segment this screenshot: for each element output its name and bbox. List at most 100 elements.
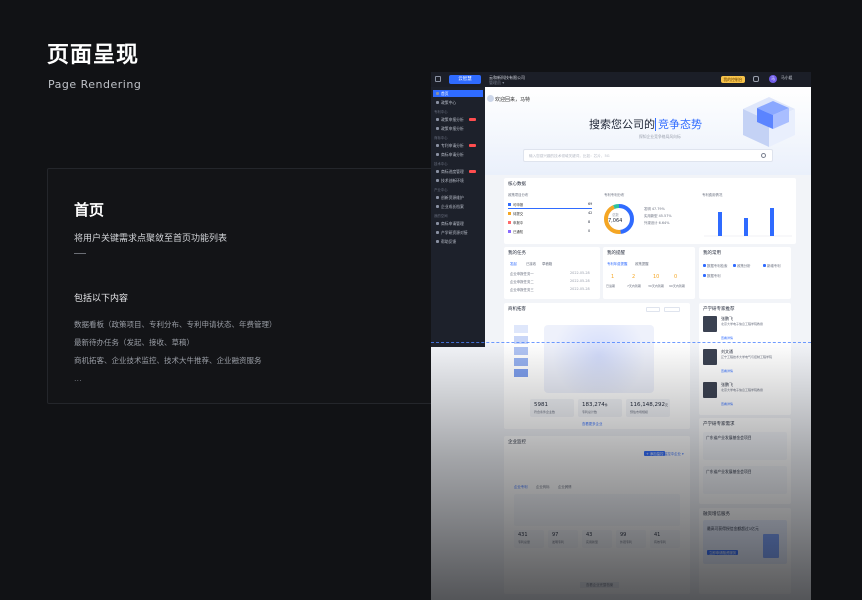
policy-row[interactable]: 申报中 — [508, 220, 523, 225]
sidebar-item[interactable]: 商标申请分析 — [433, 151, 483, 158]
monitor-filter[interactable]: 监控中企业 ▾ — [664, 451, 684, 456]
panel-title: 企业监控 — [508, 440, 526, 445]
reminder-label: 90天内到期 — [669, 284, 685, 288]
bell-icon[interactable] — [753, 76, 759, 82]
my-console-button[interactable]: 我的控制台 — [721, 76, 745, 83]
enterprise-monitor-panel: 企业监控 + 添加监控 监控中企业 ▾ 查看企业完整档案 企业专利 企业商标 企业舆… — [504, 436, 690, 594]
search-input[interactable]: 输入您感兴趣的技术领域关键词，比如：芯片、5G — [523, 149, 773, 162]
sidebar-item[interactable]: 政策中心 — [433, 99, 483, 106]
policy-label: 申报中 — [513, 221, 524, 225]
status-icon — [508, 230, 511, 233]
sidebar-item[interactable]: 首页 — [433, 90, 483, 97]
policy-row[interactable]: 已通知 — [508, 229, 523, 234]
expert-photo — [703, 349, 717, 365]
patent-distribution-title: 专利专利分布 — [604, 193, 625, 197]
task-row[interactable]: 企业申报任务一 — [510, 271, 534, 276]
policy-row[interactable]: 可申报 — [508, 202, 523, 207]
app-label: 数据专利 — [707, 274, 721, 278]
expert-detail-link[interactable]: 查看详情 — [721, 402, 733, 406]
sidebar-section: 技术中心 — [434, 162, 448, 166]
app-shortcut[interactable]: 新增专利 — [763, 263, 781, 268]
finance-line: 最高可获得授信金额超过1亿元 — [707, 526, 759, 531]
app-shortcut[interactable]: 数据专利检索 — [703, 263, 727, 268]
reminder-tab[interactable]: 政策提醒 — [635, 261, 649, 266]
sidebar-item-icon — [436, 92, 439, 95]
progress-bar — [508, 208, 592, 209]
policy-row[interactable]: 待提交 — [508, 211, 523, 216]
welcome-avatar — [487, 95, 494, 102]
expert-photo — [703, 316, 717, 332]
monitor-stat-value: 99 — [620, 532, 627, 538]
reminder-tab[interactable]: 专利年费提醒 — [607, 261, 627, 266]
sidebar-item-icon — [436, 144, 439, 147]
sidebar-item-icon — [436, 231, 439, 234]
china-map[interactable] — [544, 325, 654, 393]
new-badge — [469, 118, 476, 121]
sidebar-item[interactable]: 商标进度管理 — [433, 168, 483, 175]
search-icon[interactable] — [761, 153, 766, 158]
stat-label: 预估市场规模 — [630, 410, 649, 414]
reminder-count[interactable]: 1 — [611, 274, 614, 280]
menu-icon[interactable] — [435, 76, 441, 82]
finance-apply-button[interactable]: 立即申请融资服务 — [707, 550, 739, 555]
sidebar-item[interactable]: 政策申报分析 — [433, 125, 483, 132]
new-badge — [469, 170, 476, 173]
task-tab[interactable]: 发起 — [510, 261, 517, 266]
sidebar-item[interactable]: 政策申报分析 — [433, 116, 483, 123]
reminder-count[interactable]: 10 — [653, 274, 659, 280]
monitor-stat-label: 发明专利 — [552, 540, 565, 544]
task-row[interactable]: 企业申报任务二 — [510, 279, 534, 284]
sidebar-item[interactable]: 创新资源维护 — [433, 194, 483, 201]
reminder-count[interactable]: 0 — [674, 274, 677, 280]
sidebar-item[interactable]: 技术创新环境 — [433, 177, 483, 184]
region-select[interactable] — [646, 307, 660, 312]
heat-scale — [514, 325, 528, 395]
sidebar-section: 专利中心 — [434, 110, 448, 114]
banner-subtitle: 探知企业竞争格局风向标 — [639, 134, 681, 139]
app-shortcut[interactable]: 政策分析 — [733, 263, 751, 268]
panel-title: 商机拓客 — [508, 307, 526, 312]
expert-detail-link[interactable]: 查看详情 — [721, 369, 733, 373]
sidebar-item-label: 政策中心 — [441, 100, 457, 105]
policy-label: 可申报 — [513, 203, 524, 207]
reminder-count[interactable]: 2 — [632, 274, 635, 280]
monitor-tab[interactable]: 企业专利 — [514, 484, 528, 489]
task-date: 2022-05-28 — [570, 271, 590, 275]
task-row[interactable]: 企业申报任务三 — [510, 287, 534, 292]
monitor-tab[interactable]: 企业商标 — [536, 484, 550, 489]
task-tab[interactable]: 草稿箱 — [542, 261, 552, 266]
task-tab[interactable]: 已接收 — [526, 261, 536, 266]
sidebar-item[interactable]: 产学研资源对接 — [433, 229, 483, 236]
fee-bar-chart — [704, 208, 792, 237]
sidebar-item[interactable]: 帮助反馈 — [433, 238, 483, 245]
sidebar-section: 商标中心 — [434, 136, 448, 140]
sidebar-item-label: 政策申报分析 — [441, 117, 464, 122]
app-shortcut[interactable]: 数据专利 — [703, 273, 721, 278]
user-name[interactable]: 马小姐 — [781, 76, 792, 80]
sidebar-section: 我的空间 — [434, 214, 448, 218]
industry-select[interactable] — [664, 307, 680, 312]
sidebar-item[interactable]: 企业成长档案 — [433, 203, 483, 210]
monitor-stat-label: 有效专利 — [654, 540, 667, 544]
building-icon — [763, 534, 779, 558]
sidebar-item-label: 商标申请分析 — [441, 152, 464, 157]
slide-canvas: 页面呈现 Page Rendering 首页 将用户关键需求点聚敛至首页功能列表… — [0, 0, 862, 600]
sidebar-item[interactable]: 商标申请管理 — [433, 220, 483, 227]
expert-detail-link[interactable]: 查看详情 — [721, 336, 733, 340]
full-archive-button[interactable]: 查看企业完整档案 — [580, 582, 620, 588]
add-monitor-button[interactable]: + 添加监控 — [644, 451, 666, 456]
avatar[interactable]: 马 — [769, 75, 777, 83]
monitor-tab[interactable]: 企业舆情 — [558, 484, 572, 489]
isometric-illustration — [743, 97, 795, 147]
more-companies-link[interactable]: 查看更多企业 — [582, 421, 602, 426]
sidebar-item[interactable]: 专利申请分析 — [433, 142, 483, 149]
sidebar-item-icon — [436, 222, 439, 225]
stat-value: 5981 — [534, 402, 548, 408]
company-name[interactable]: 云和新科技有限公司 管理员 ▾ — [489, 75, 525, 85]
app-label: 新增专利 — [767, 264, 781, 268]
policy-value: 0 — [588, 229, 591, 233]
panel-title: 我的常用 — [703, 251, 721, 256]
patent-total-label: 总数 — [612, 213, 619, 217]
stat-number: 183,274 — [582, 402, 605, 408]
task-date: 2022-05-28 — [570, 287, 590, 291]
